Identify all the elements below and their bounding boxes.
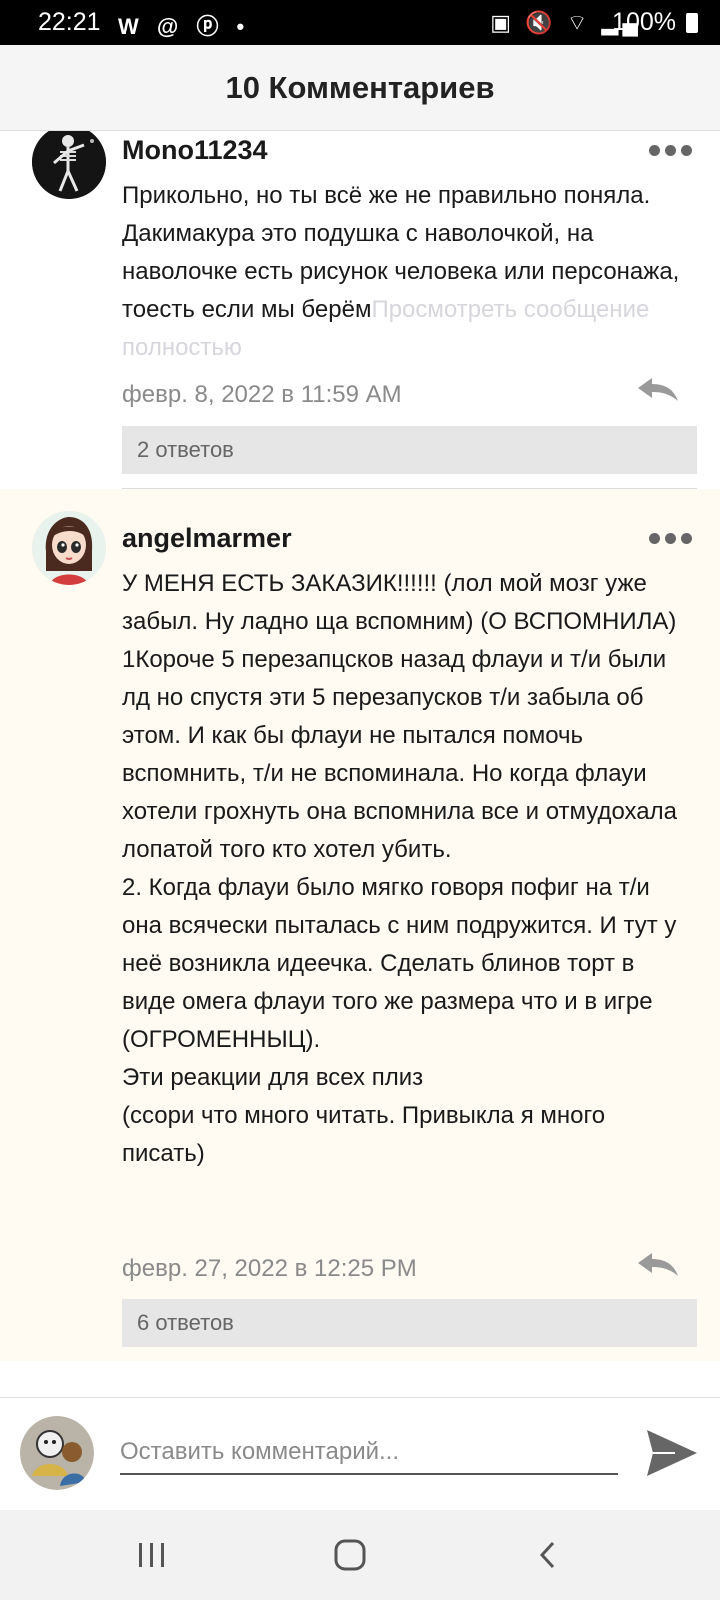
comment-text: Прикольно, но ты всё же не правильно пон…	[122, 177, 692, 367]
home-button[interactable]	[320, 1535, 380, 1575]
back-button[interactable]	[518, 1535, 578, 1575]
battery-icon	[686, 13, 698, 33]
comment-date: февр. 8, 2022 в 11:59 AM	[122, 381, 402, 408]
girl-avatar[interactable]	[32, 511, 106, 585]
comment-item: angelmarmer У МЕНЯ ЕСТЬ ЗАКАЗИК!!!!!! (л…	[0, 489, 720, 1361]
more-options-icon[interactable]	[649, 533, 692, 544]
skeleton-avatar[interactable]	[32, 131, 106, 199]
comment-username[interactable]: angelmarmer	[122, 523, 292, 554]
comments-list[interactable]: Mono11234 Прикольно, но ты всё же не пра…	[0, 131, 720, 1371]
comments-header: 10 Комментариев	[0, 45, 720, 131]
skeleton-icon	[32, 131, 106, 199]
notification-icons: W @ ⓟ •	[118, 14, 251, 39]
reply-icon[interactable]	[636, 376, 680, 402]
replies-button[interactable]: 2 ответов	[122, 426, 697, 474]
page-title: 10 Комментариев	[225, 69, 495, 105]
system-navigation-bar	[0, 1510, 720, 1600]
reply-icon[interactable]	[636, 1251, 680, 1277]
back-icon	[539, 1541, 555, 1569]
my-avatar-icon	[20, 1416, 94, 1490]
comment-item: Mono11234 Прикольно, но ты всё же не пра…	[0, 131, 720, 489]
comment-username[interactable]: Mono11234	[122, 135, 268, 166]
comment-date: февр. 27, 2022 в 12:25 PM	[122, 1255, 417, 1282]
my-avatar[interactable]	[20, 1416, 94, 1490]
home-icon	[334, 1539, 366, 1571]
send-icon[interactable]	[645, 1428, 699, 1478]
replies-button[interactable]: 6 ответов	[122, 1299, 697, 1347]
status-time: 22:21	[38, 8, 101, 36]
recent-apps-icon	[139, 1543, 164, 1567]
comment-text: У МЕНЯ ЕСТЬ ЗАКАЗИК!!!!!! (лол мой мозг …	[122, 570, 677, 1167]
comment-composer	[0, 1397, 720, 1508]
recent-apps-button[interactable]	[122, 1535, 182, 1575]
battery-level: 100%	[612, 8, 676, 36]
more-options-icon[interactable]	[649, 145, 692, 156]
status-bar: 22:21 W @ ⓟ • ▣ 🔇 ⌔ ▂▄ 100%	[0, 0, 720, 45]
comment-input[interactable]	[120, 1431, 618, 1475]
girl-icon	[32, 511, 106, 585]
